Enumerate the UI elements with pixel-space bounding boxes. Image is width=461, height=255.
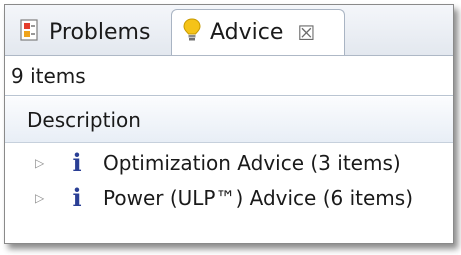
tab-problems[interactable]: Problems: [13, 10, 171, 55]
tree-row-power-advice[interactable]: ▷ i Power (ULP™) Advice (6 items): [5, 180, 453, 215]
tree-row-optimization-advice[interactable]: ▷ i Optimization Advice (3 items): [5, 145, 453, 180]
info-icon: i: [72, 183, 82, 212]
lightbulb-icon: [182, 17, 202, 49]
expand-arrow-icon[interactable]: ▷: [35, 156, 47, 170]
expand-arrow-icon[interactable]: ▷: [35, 191, 47, 205]
tree-row-label: Optimization Advice (3 items): [103, 150, 401, 175]
tab-advice-label: Advice: [210, 20, 284, 45]
advice-tree: ▷ i Optimization Advice (3 items) ▷ i Po…: [5, 145, 453, 215]
column-header-label: Description: [27, 107, 141, 132]
tree-row-label: Power (ULP™) Advice (6 items): [103, 185, 413, 210]
tab-advice[interactable]: Advice ☒: [171, 9, 345, 55]
advice-view: Problems Advice ☒ 9 items Description ▷ …: [4, 4, 454, 244]
column-header-description[interactable]: Description: [5, 97, 453, 143]
problems-icon: [19, 18, 41, 48]
info-icon: i: [72, 148, 82, 177]
close-icon[interactable]: ☒: [297, 21, 315, 45]
tab-problems-label: Problems: [49, 20, 151, 45]
item-count: 9 items: [5, 56, 453, 96]
view-tab-bar: Problems Advice ☒: [5, 5, 453, 56]
